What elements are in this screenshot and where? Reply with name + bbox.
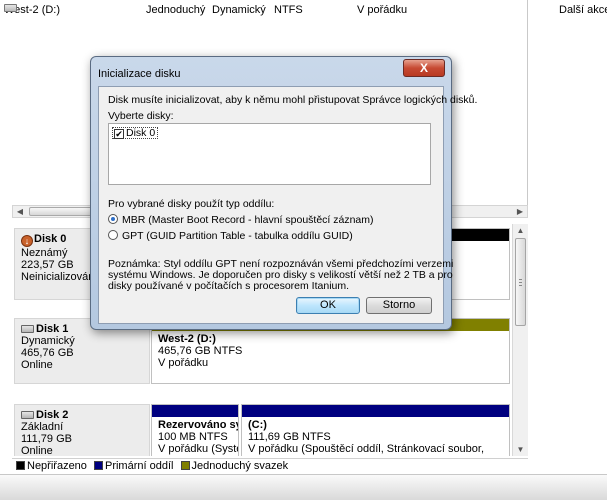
warning-disk-icon: ↓	[21, 235, 33, 247]
legend-simple: Jednoduchý svazek	[191, 460, 289, 472]
scroll-right-arrow-icon[interactable]: ▶	[514, 206, 526, 217]
partition-c-title: (C:)	[248, 419, 267, 431]
disk-1-kind: Dynamický	[21, 335, 75, 347]
partition-reserved-status: V pořádku (Systé	[158, 443, 239, 455]
partition-c-status: V pořádku (Spouštěcí oddíl, Stránkovací …	[248, 443, 485, 455]
more-actions-link[interactable]: Další akce	[559, 4, 607, 16]
vertical-scrollbar[interactable]: ▲ ▼	[512, 224, 528, 456]
legend-simple-swatch	[180, 461, 190, 470]
scroll-down-arrow-icon[interactable]: ▼	[513, 443, 528, 456]
partition-c-size: 111,69 GB NTFS	[248, 431, 331, 443]
scroll-thumb[interactable]	[29, 207, 99, 216]
disk-icon	[21, 325, 34, 333]
primary-partition-bar	[152, 405, 238, 417]
volume-type: Dynamický	[212, 4, 266, 16]
partition-c[interactable]: (C:) 111,69 GB NTFS V pořádku (Spouštěcí…	[241, 404, 510, 456]
disk-2-name: Disk 2	[36, 409, 69, 421]
legend-primary: Primární oddíl	[104, 460, 174, 472]
volume-layout: Jednoduchý	[146, 4, 206, 16]
dialog-body: Disk musíte inicializovat, aby k němu mo…	[98, 86, 477, 324]
legend-primary-swatch	[93, 461, 103, 470]
disk-2-state: Online	[21, 445, 53, 456]
note-text: Poznámka: Styl oddílu GPT není rozpoznáv…	[108, 258, 454, 292]
disk-icon	[21, 411, 34, 419]
checkbox-checked-icon[interactable]: ✔	[114, 129, 124, 139]
partition-reserved-title: Rezervováno sy	[158, 419, 239, 431]
volume-filesystem: NTFS	[274, 4, 303, 16]
actions-pane: Další akce	[529, 0, 607, 470]
disk-1-name: Disk 1	[36, 323, 69, 335]
primary-partition-bar	[242, 405, 509, 417]
volume-row[interactable]: West-2 (D:) Jednoduchý Dynamický NTFS V …	[0, 4, 528, 18]
scroll-left-arrow-icon[interactable]: ◀	[14, 206, 26, 217]
partition-west2-status: V pořádku	[158, 357, 209, 369]
initialize-disk-dialog: Inicializace disku X Disk musíte inicial…	[90, 56, 477, 330]
legend-unallocated-swatch	[16, 461, 25, 470]
dialog-titlebar[interactable]: Inicializace disku X	[91, 57, 451, 85]
radio-icon[interactable]	[108, 230, 118, 240]
disk-2-size: 111,79 GB	[21, 433, 72, 445]
partition-style-label: Pro vybrané disky použít typ oddílu:	[108, 198, 275, 210]
disk-1-state: Online	[21, 359, 53, 371]
disk-list-item[interactable]: ✔ Disk 0	[112, 127, 159, 139]
scroll-thumb[interactable]	[515, 238, 526, 326]
disk-1-size: 465,76 GB	[21, 347, 74, 359]
drive-icon	[4, 4, 17, 12]
partition-reserved[interactable]: Rezervováno sy 100 MB NTFS V pořádku (Sy…	[151, 404, 239, 456]
mbr-option[interactable]: MBR (Master Boot Record - hlavní spouště…	[108, 214, 374, 226]
gpt-option[interactable]: GPT (GUID Partition Table - tabulka oddí…	[108, 230, 353, 242]
disk-list[interactable]: ✔ Disk 0	[108, 123, 431, 185]
radio-selected-icon[interactable]	[108, 214, 118, 224]
volume-status: V pořádku	[357, 4, 408, 16]
partition-west2-title: West-2 (D:)	[158, 333, 216, 345]
disk-2-label[interactable]: Disk 2 Základní 111,79 GB Online	[14, 404, 150, 456]
disk-0-name: Disk 0	[34, 233, 67, 245]
dialog-intro: Disk musíte inicializovat, aby k němu mo…	[108, 94, 478, 106]
ok-button[interactable]: OK	[296, 297, 360, 314]
volume-name: West-2 (D:)	[4, 4, 61, 16]
cancel-button[interactable]: Storno	[366, 297, 432, 314]
select-disks-label: Vyberte disky:	[108, 110, 174, 122]
scroll-up-arrow-icon[interactable]: ▲	[513, 224, 528, 237]
legend: Nepřiřazeno Primární oddíl Jednoduchý sv…	[12, 458, 528, 473]
close-icon[interactable]: X	[403, 59, 445, 77]
dialog-title: Inicializace disku	[98, 68, 181, 80]
disk-2-kind: Základní	[21, 421, 64, 433]
legend-unallocated: Nepřiřazeno	[27, 460, 87, 472]
partition-west2-size: 465,76 GB NTFS	[158, 345, 243, 357]
status-strip	[0, 474, 607, 500]
partition-reserved-size: 100 MB NTFS	[158, 431, 228, 443]
